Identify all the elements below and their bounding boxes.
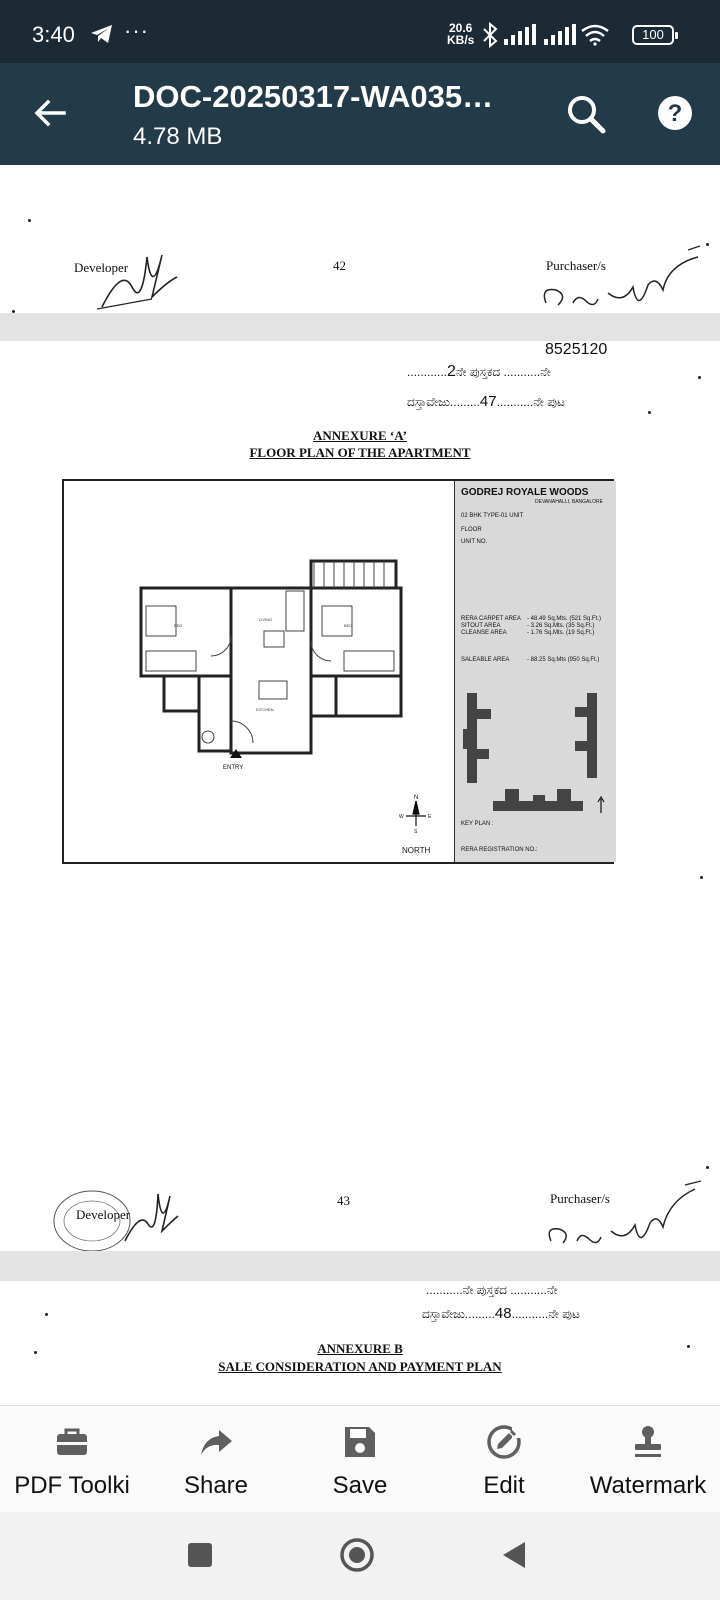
floor-plan-figure: BED BED LIVING KITCHEN ENTRY N E W S NOR… bbox=[62, 479, 616, 864]
stamp-line-1: ...........ನೇ ಪುಸ್ತಕದ ...........ನೇ bbox=[426, 1283, 558, 1297]
wifi-icon bbox=[581, 24, 609, 46]
page-separator bbox=[0, 1251, 720, 1281]
stamp-line-2: ದಸ್ತಾವೇಜು.........47...........ನೇ ಪುಟ bbox=[407, 393, 565, 410]
document-size: 4.78 MB bbox=[133, 123, 223, 150]
floor-label: FLOOR bbox=[461, 527, 482, 533]
pdf-toolkit-button[interactable]: PDF Toolki bbox=[0, 1406, 144, 1513]
saleable-area-value: - 88.25 Sq.Mts (950 Sq.Ft.) bbox=[527, 657, 600, 663]
system-nav-bar bbox=[0, 1512, 720, 1600]
home-icon[interactable] bbox=[339, 1537, 375, 1573]
page-number: 43 bbox=[337, 1193, 350, 1208]
pdf-page-42: Developer 42 Purchaser/s bbox=[0, 165, 720, 313]
toolbar-label: Save bbox=[332, 1472, 388, 1499]
purchaser-signature bbox=[548, 1180, 702, 1244]
status-bar: 3:40 ··· 20.6 KB/s 100 bbox=[0, 0, 720, 63]
svg-text:LIVING: LIVING bbox=[259, 617, 272, 622]
svg-text:KITCHEN: KITCHEN bbox=[256, 707, 274, 712]
key-plan-map bbox=[463, 693, 605, 813]
watermark-icon bbox=[635, 1426, 661, 1457]
app-bar: DOC-20250317-WA035… 4.78 MB ? bbox=[0, 63, 720, 165]
stamp-line-2: ದಸ್ತಾವೇಜು.........48...........ನೇ ಪುಟ bbox=[422, 1305, 580, 1322]
area-label-3: CLEANSE AREA bbox=[461, 630, 507, 636]
area-label-2: SITOUT AREA bbox=[461, 623, 501, 629]
network-speed: 20.6 KB/s bbox=[447, 22, 474, 46]
battery-icon: 100 bbox=[632, 25, 678, 45]
svg-text:BED: BED bbox=[344, 623, 352, 628]
svg-text:S: S bbox=[414, 829, 418, 835]
save-button[interactable]: Save bbox=[288, 1406, 432, 1513]
network-speed-unit: KB/s bbox=[447, 33, 475, 47]
stamp-number: 8525120 bbox=[545, 341, 608, 358]
share-icon bbox=[201, 1430, 232, 1455]
area-value-3: - 1.76 Sq.Mts. (19 Sq.Ft.) bbox=[527, 630, 595, 636]
svg-text:BED: BED bbox=[174, 623, 182, 628]
developer-signature bbox=[96, 254, 178, 310]
bluetooth-icon bbox=[483, 22, 498, 48]
back-icon[interactable] bbox=[497, 1537, 533, 1573]
clock: 3:40 bbox=[32, 22, 75, 47]
area-label-1: RERA CARPET AREA bbox=[461, 616, 521, 622]
pdf-page-44: ...........ನೇ ಪುಸ್ತಕದ ...........ನೇ ದಸ್ತ… bbox=[0, 1281, 720, 1405]
project-location: DEVANAHALLI, BANGALORE bbox=[535, 499, 603, 505]
edit-icon bbox=[487, 1424, 522, 1459]
saleable-area-label: SALEABLE AREA bbox=[461, 657, 510, 663]
bottom-toolbar: PDF Toolki Share Save Edit Watermark bbox=[0, 1405, 720, 1512]
save-icon bbox=[345, 1427, 375, 1457]
status-icons bbox=[483, 22, 609, 48]
arrow-left-icon[interactable] bbox=[30, 93, 70, 133]
signal-icon bbox=[504, 24, 536, 45]
north-label: NORTH bbox=[402, 846, 431, 855]
area-value-1: - 48.49 Sq.Mts. (521 Sq.Ft.) bbox=[527, 616, 602, 622]
purchaser-signature bbox=[543, 245, 701, 306]
share-button[interactable]: Share bbox=[144, 1406, 288, 1513]
help-icon[interactable]: ? bbox=[657, 95, 693, 131]
edit-button[interactable]: Edit bbox=[432, 1406, 576, 1513]
page-separator bbox=[0, 313, 720, 341]
svg-text:?: ? bbox=[668, 100, 683, 127]
unit-no-label: UNIT NO. bbox=[461, 539, 488, 545]
toolbar-label: Watermark bbox=[589, 1472, 707, 1499]
floor-plan-drawing: BED BED LIVING KITCHEN ENTRY N E W S NOR… bbox=[139, 559, 432, 855]
toolbar-label: PDF Toolki bbox=[14, 1472, 130, 1499]
pdf-page-43: 8525120 ............2ನೇ ಪುಸ್ತಕದ ........… bbox=[0, 341, 720, 1251]
toolbar-label: Edit bbox=[483, 1472, 525, 1499]
page-number: 42 bbox=[333, 258, 346, 273]
annexure-title: ANNEXURE ‘A’ bbox=[312, 428, 407, 443]
toolbar-label: Share bbox=[183, 1472, 249, 1499]
floor-plan-heading: FLOOR PLAN OF THE APARTMENT bbox=[249, 445, 471, 460]
area-value-2: - 3.26 Sq.Mts. (35 Sq.Ft.) bbox=[527, 623, 595, 629]
search-icon[interactable] bbox=[563, 91, 609, 137]
floor-plan-info-panel: GODREJ ROYALE WOODS DEVANAHALLI, BANGALO… bbox=[454, 481, 616, 862]
watermark-button[interactable]: Watermark bbox=[576, 1406, 720, 1513]
stamp-line-1: ............2ನೇ ಪುಸ್ತಕದ ...........ನೇ bbox=[407, 363, 551, 380]
svg-text:W: W bbox=[399, 814, 404, 820]
signal-icon-2 bbox=[544, 24, 576, 45]
project-name: GODREJ ROYALE WOODS bbox=[461, 487, 589, 498]
recents-icon[interactable] bbox=[182, 1537, 218, 1573]
toolbox-icon bbox=[57, 1428, 87, 1455]
svg-text:N: N bbox=[414, 795, 418, 801]
pdf-viewer[interactable]: Developer 42 Purchaser/s 8525120 .......… bbox=[0, 165, 720, 1405]
more-notifications-indicator: ··· bbox=[124, 18, 149, 43]
key-plan-label: KEY PLAN : bbox=[461, 821, 494, 827]
payment-plan-heading: SALE CONSIDERATION AND PAYMENT PLAN bbox=[218, 1359, 502, 1374]
unit-type: 02 BHK TYPE-01 UNIT bbox=[461, 513, 524, 519]
rera-registration-label: RERA REGISTRATION NO.: bbox=[461, 847, 538, 853]
entry-label: ENTRY bbox=[223, 765, 243, 771]
developer-signature bbox=[124, 1193, 179, 1242]
document-title: DOC-20250317-WA035… bbox=[133, 79, 494, 114]
telegram-icon bbox=[91, 25, 112, 43]
annexure-title: ANNEXURE B bbox=[317, 1341, 403, 1356]
svg-text:E: E bbox=[428, 814, 432, 820]
